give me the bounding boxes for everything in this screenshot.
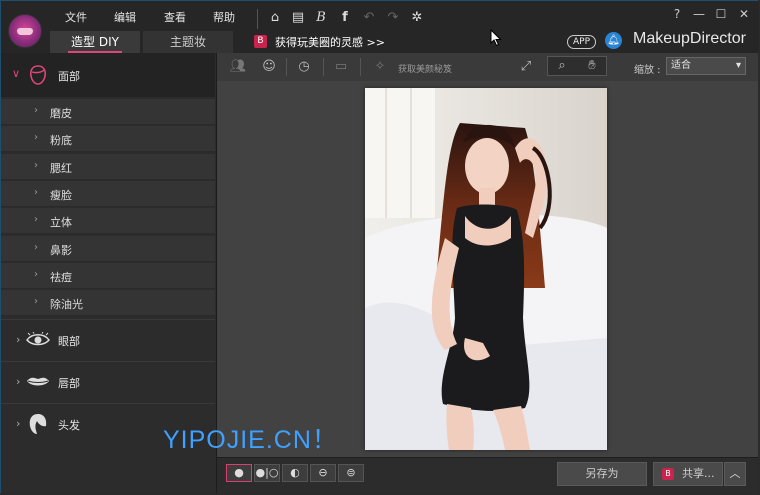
sidebar-category-lips[interactable]: › 唇部 xyxy=(1,361,215,402)
chevron-down-icon: ▾ xyxy=(735,60,741,71)
menu-edit[interactable]: 编辑 xyxy=(114,9,136,25)
chevron-right-icon: › xyxy=(34,187,38,198)
list-item-label: 立体 xyxy=(50,216,72,229)
list-item-label: 鼻影 xyxy=(50,244,72,257)
zoom-icon[interactable]: ⌕ xyxy=(552,56,572,76)
facebook-icon[interactable]: f xyxy=(336,9,354,27)
help-button[interactable]: ? xyxy=(668,6,686,22)
menu-view[interactable]: 查看 xyxy=(164,9,186,25)
divider xyxy=(286,58,287,76)
menu-file[interactable]: 文件 xyxy=(65,9,87,25)
split-vertical-view-button[interactable]: ◐ xyxy=(282,464,308,482)
eye-icon xyxy=(26,332,50,346)
face-detect-icon[interactable]: ☺ xyxy=(259,57,279,77)
zoom-value: 适合 xyxy=(671,60,691,71)
hair-icon xyxy=(29,414,47,434)
list-item-blush[interactable]: › 腮红 xyxy=(1,154,215,180)
chevron-right-icon: › xyxy=(34,160,38,171)
close-button[interactable]: ✕ xyxy=(735,6,753,22)
minimize-button[interactable]: — xyxy=(690,6,708,22)
photo-preview[interactable] xyxy=(365,88,607,450)
menu-help[interactable]: 帮助 xyxy=(213,9,235,25)
sidebar-category-face[interactable]: ∨ 面部 xyxy=(1,53,215,97)
fullscreen-icon[interactable]: ⤢ xyxy=(516,57,536,77)
chevron-right-icon: › xyxy=(16,417,21,430)
list-item-label: 除油光 xyxy=(50,298,83,311)
chevron-right-icon: › xyxy=(34,296,38,307)
layer-icon[interactable]: ▭ xyxy=(331,57,351,77)
tab-theme-makeup[interactable]: 主题妆 xyxy=(143,31,233,53)
chevron-right-icon: › xyxy=(34,105,38,116)
chevron-right-icon: › xyxy=(34,214,38,225)
sidebar-hair-label: 头发 xyxy=(58,419,80,432)
redo-icon[interactable]: ↷ xyxy=(384,9,402,27)
history-icon[interactable]: ◷ xyxy=(294,57,314,77)
sidebar-face-label: 面部 xyxy=(58,70,80,83)
chevron-right-icon: › xyxy=(16,375,21,388)
list-item-label: 腮红 xyxy=(50,162,72,175)
share-label: 共享... xyxy=(682,467,715,480)
lips-logo-icon xyxy=(17,28,33,35)
share-more-button[interactable]: ︿ xyxy=(724,462,746,486)
zoom-label: 缩放 : xyxy=(634,65,661,76)
list-item-label: 祛痘 xyxy=(50,271,72,284)
chevron-down-icon: ∨ xyxy=(12,67,21,80)
promo-link[interactable]: 获得玩美圈的灵感 >> xyxy=(275,34,385,50)
share-button[interactable]: B 共享... xyxy=(653,462,723,486)
beauty-tips-link[interactable]: 获取美颜秘笈 xyxy=(398,62,452,75)
notification-bell-icon[interactable]: 🔔︎ xyxy=(605,32,622,49)
brand-name: MakeupDirector xyxy=(633,30,746,47)
list-item-label: 磨皮 xyxy=(50,107,72,120)
side-by-side-view-button[interactable]: ●|○ xyxy=(254,464,280,482)
lips-icon xyxy=(27,377,49,386)
list-item-acne-removal[interactable]: › 祛痘 xyxy=(1,263,215,289)
save-as-button[interactable]: 另存为 xyxy=(557,462,647,486)
b-badge-icon: B xyxy=(254,35,267,48)
divider xyxy=(360,58,361,76)
list-item-foundation[interactable]: › 粉底 xyxy=(1,126,215,152)
undo-icon[interactable]: ↶ xyxy=(360,9,378,27)
chevron-right-icon: › xyxy=(34,132,38,143)
app-button[interactable]: APP xyxy=(567,35,597,49)
app-logo xyxy=(8,14,42,48)
list-item-oil-removal[interactable]: › 除油光 xyxy=(1,290,215,316)
single-view-button[interactable]: ● xyxy=(226,464,252,482)
chevron-right-icon: › xyxy=(34,242,38,253)
watermark-text: YIPOJIE.CN！ xyxy=(163,426,338,454)
list-item-label: 瘦脸 xyxy=(50,189,72,202)
divider xyxy=(323,58,324,76)
list-item-slim-face[interactable]: › 瘦脸 xyxy=(1,181,215,207)
sidebar-category-eyes[interactable]: › 眼部 xyxy=(1,319,215,360)
sidebar-lips-label: 唇部 xyxy=(58,377,80,390)
hand-icon[interactable]: ✋︎ xyxy=(582,56,602,76)
compare-view-button[interactable]: ⊜ xyxy=(338,464,364,482)
sidebar-eyes-label: 眼部 xyxy=(58,335,80,348)
list-item-smoothing[interactable]: › 磨皮 xyxy=(1,99,215,125)
split-horizontal-view-button[interactable]: ⊖ xyxy=(310,464,336,482)
b-badge-icon: B xyxy=(662,468,674,480)
gear-icon[interactable]: ✲ xyxy=(408,9,426,27)
compare-faces-icon[interactable]: 👥︎ xyxy=(228,57,248,77)
divider xyxy=(257,9,258,29)
maximize-button[interactable]: ☐ xyxy=(712,6,730,22)
tab-makeup-diy[interactable]: 造型 DIY xyxy=(50,31,140,53)
zoom-select[interactable]: 适合 ▾ xyxy=(666,57,746,75)
save-icon[interactable]: ▤ xyxy=(289,9,307,27)
list-item-nose-shadow[interactable]: › 鼻影 xyxy=(1,236,215,262)
b-icon[interactable]: B xyxy=(312,9,330,27)
mouse-cursor-icon xyxy=(490,29,502,47)
face-icon xyxy=(29,65,47,85)
beauty-tips-icon[interactable]: ✧ xyxy=(370,57,390,77)
chevron-right-icon: › xyxy=(16,333,21,346)
chevron-right-icon: › xyxy=(34,269,38,280)
home-icon[interactable]: ⌂ xyxy=(266,9,284,27)
list-item-label: 粉底 xyxy=(50,134,72,147)
list-item-contour[interactable]: › 立体 xyxy=(1,208,215,234)
